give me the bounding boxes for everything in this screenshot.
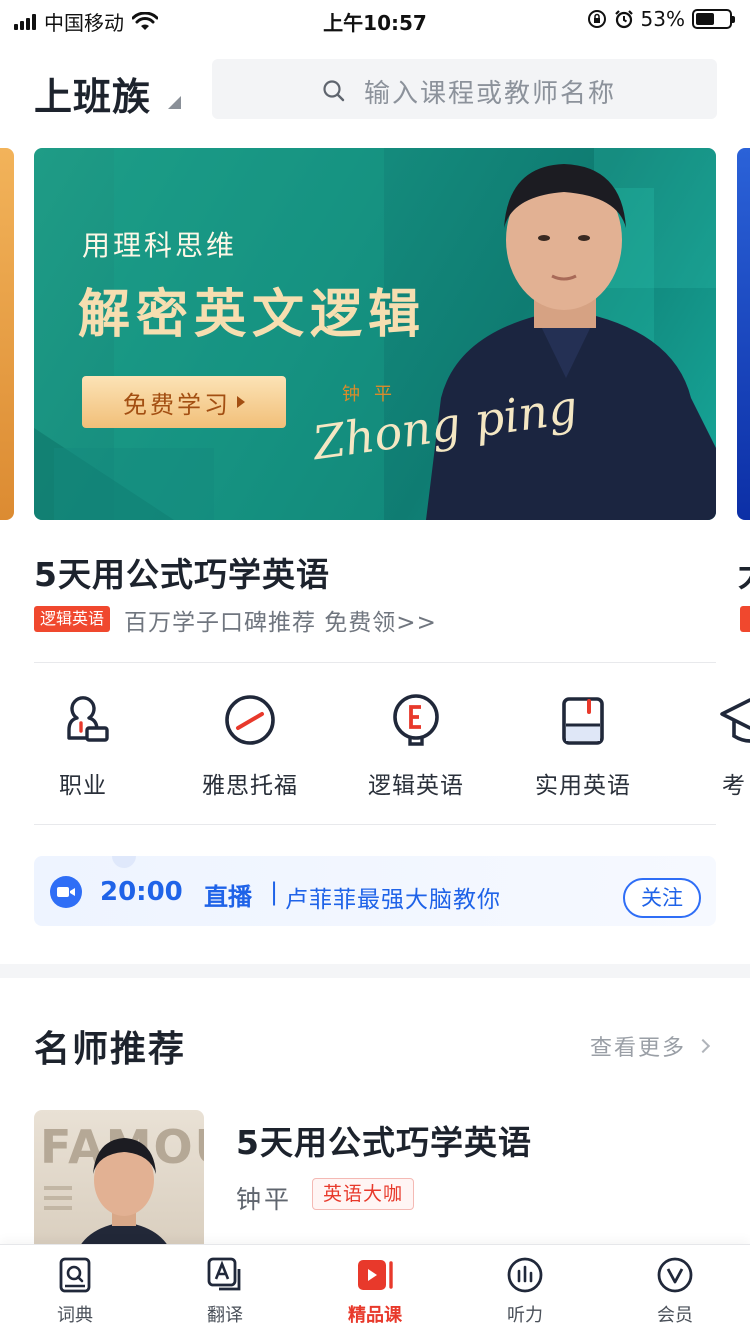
search-icon	[323, 80, 345, 102]
see-more-label: 查看更多	[590, 1036, 687, 1061]
banner-prev-peek[interactable]	[0, 148, 14, 520]
e-bulb-icon	[393, 694, 439, 746]
play-arrow-icon	[237, 396, 245, 408]
person-badge-icon	[67, 696, 109, 742]
live-banner[interactable]: 20:00 直播 | 卢菲菲最强大脑教你 关注	[34, 856, 716, 926]
category-career[interactable]: 职业	[8, 690, 158, 800]
banner-title: 解密英文逻辑	[78, 285, 427, 345]
video-camera-icon	[50, 876, 82, 908]
category-label: 职业	[59, 773, 107, 799]
dictionary-icon	[59, 1257, 91, 1293]
category-label: 实用英语	[535, 773, 631, 799]
live-tag: 直播	[204, 883, 252, 911]
chevron-right-icon	[695, 1038, 711, 1054]
category-row: 职业 雅思托福 逻辑英语 实用英语 考	[0, 690, 750, 810]
identity-selector[interactable]: 上班族	[34, 66, 151, 121]
next-course-tag-peek	[740, 606, 750, 632]
rotation-lock-icon	[587, 10, 606, 28]
header: 上班族 输入课程或教师名称	[0, 58, 750, 120]
translate-icon	[207, 1257, 241, 1291]
category-logic-english[interactable]: 逻辑英语	[341, 690, 491, 800]
recommended-course-title[interactable]: 5天用公式巧学英语	[236, 1116, 532, 1164]
tab-translate[interactable]: 翻译	[150, 1255, 300, 1327]
live-separator: |	[270, 878, 279, 906]
tab-label: 词典	[57, 1305, 93, 1326]
category-label: 逻辑英语	[368, 773, 464, 799]
grad-cap-icon	[720, 698, 750, 743]
banner-next-peek[interactable]	[737, 148, 750, 520]
see-more-link[interactable]: 查看更多	[590, 1030, 711, 1062]
teacher-thumbnail	[44, 1138, 174, 1260]
tab-membership[interactable]: 会员	[600, 1255, 750, 1327]
video-course-icon	[358, 1260, 393, 1290]
search-placeholder: 输入课程或教师名称	[364, 79, 617, 109]
live-time: 20:00	[100, 877, 183, 907]
featured-course-desc[interactable]: 百万学子口碑推荐 免费领>>	[124, 603, 437, 637]
alarm-icon	[614, 10, 633, 29]
category-label: 考	[722, 773, 746, 799]
status-right: 53%	[587, 7, 735, 31]
divider	[34, 662, 716, 663]
book-icon	[562, 697, 604, 745]
section-title: 名师推荐	[34, 1029, 187, 1070]
recommended-teacher: 钟平	[236, 1185, 293, 1214]
tab-premium-courses[interactable]: 精品课	[300, 1255, 450, 1327]
tab-dictionary[interactable]: 词典	[0, 1255, 150, 1327]
free-study-label: 免费学习	[123, 390, 231, 419]
category-label: 雅思托福	[202, 773, 298, 799]
status-bar: 中国移动 上午10:57 53%	[0, 0, 750, 40]
category-practical-english[interactable]: 实用英语	[508, 690, 658, 800]
tab-label: 听力	[507, 1305, 543, 1326]
live-title: 卢菲菲最强大脑教你	[285, 887, 501, 913]
banner-kicker: 用理科思维	[82, 229, 238, 262]
free-study-button[interactable]: 免费学习	[82, 376, 286, 428]
bottom-tab-bar: 词典 翻译 精品课 听力 会员	[0, 1244, 750, 1334]
section-separator	[0, 964, 750, 978]
caret-down-icon[interactable]	[168, 96, 181, 109]
battery-icon	[692, 9, 735, 29]
category-ielts-toefl[interactable]: 雅思托福	[175, 690, 325, 800]
tab-listening[interactable]: 听力	[450, 1255, 600, 1327]
next-course-title-peek: 大	[738, 548, 750, 596]
vip-icon	[657, 1257, 693, 1293]
course-cover[interactable]: FAMOUS	[34, 1110, 204, 1260]
category-exam[interactable]: 考	[674, 690, 750, 800]
search-input[interactable]: 输入课程或教师名称	[212, 59, 717, 119]
gauge-icon	[225, 695, 275, 745]
tab-label: 翻译	[207, 1305, 243, 1326]
app-screen: 中国移动 上午10:57 53% 上班族 输入课程或教师名称 用理科思维 解密英…	[0, 0, 750, 1334]
featured-course-title[interactable]: 5天用公式巧学英语	[34, 548, 330, 596]
divider	[34, 824, 716, 825]
teacher-portrait	[426, 164, 716, 520]
teacher-tag: 英语大咖	[312, 1178, 415, 1210]
follow-button[interactable]: 关注	[623, 878, 701, 918]
tab-label: 精品课	[348, 1305, 402, 1326]
promo-banner[interactable]: 用理科思维 解密英文逻辑 免费学习 钟平 Zhong ping	[34, 148, 716, 520]
course-tag: 逻辑英语	[34, 606, 111, 632]
audio-bars-icon	[507, 1257, 543, 1293]
live-decoration	[112, 856, 136, 868]
battery-percent: 53%	[640, 7, 685, 31]
tab-label: 会员	[657, 1305, 693, 1326]
